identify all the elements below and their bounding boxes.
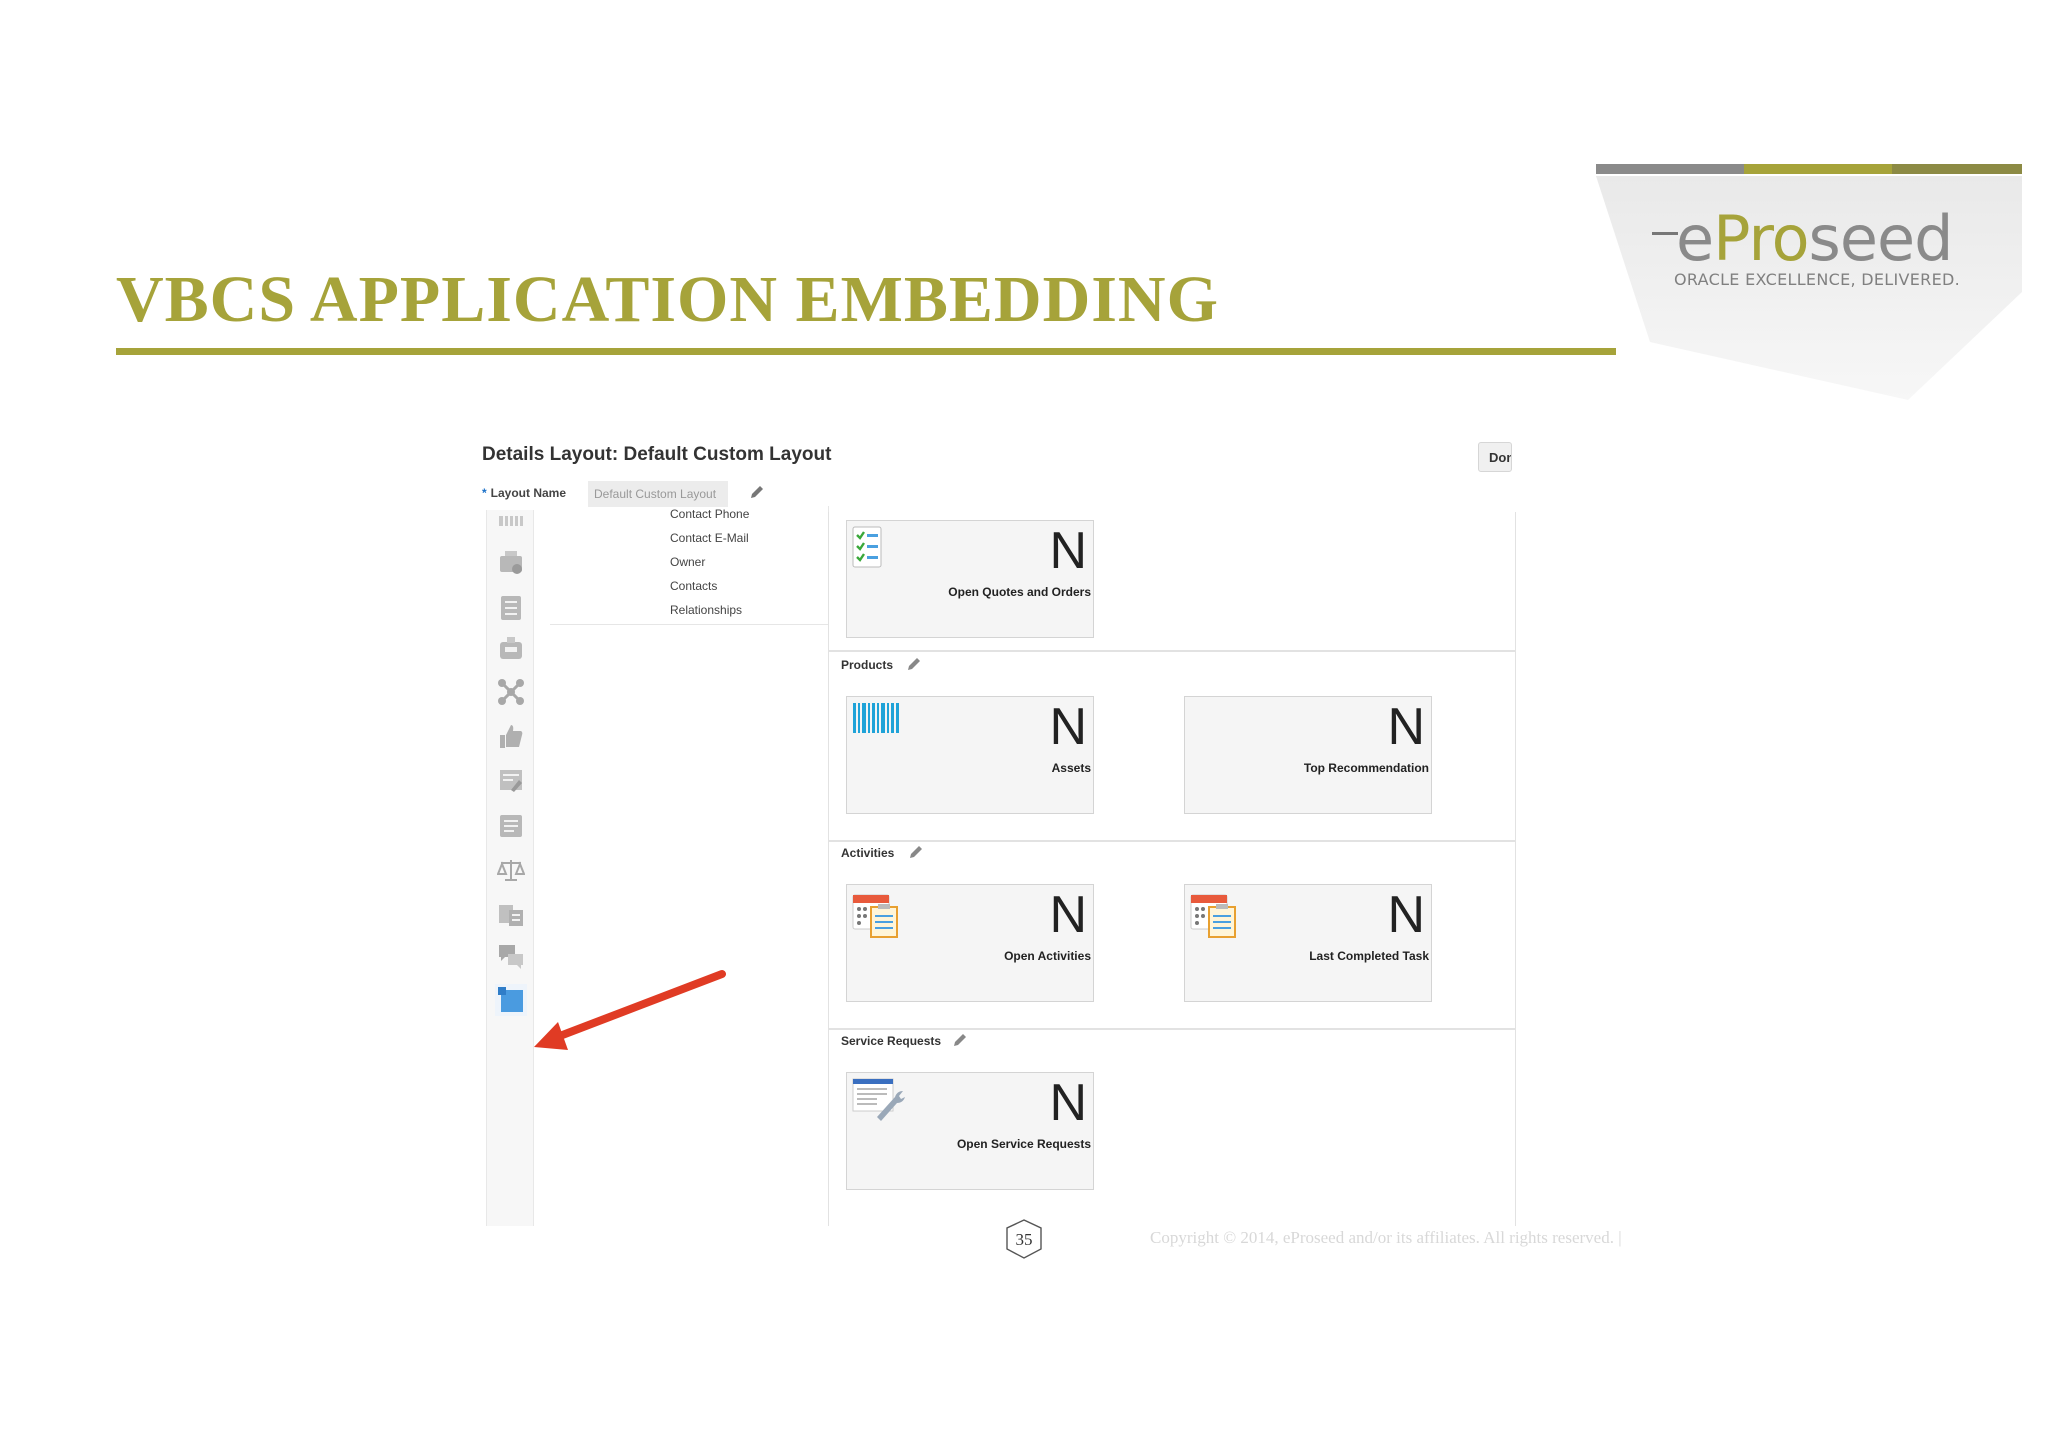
calendar-list-icon[interactable]: [497, 900, 525, 928]
calendar-task-icon: [852, 894, 898, 938]
field-owner[interactable]: Owner: [670, 555, 705, 569]
card-open-quotes-and-orders[interactable]: N Open Quotes and Orders: [846, 520, 1094, 638]
title-underline: [116, 348, 1616, 355]
scales-icon[interactable]: [497, 856, 525, 884]
barcode-icon: [853, 703, 899, 733]
field-relationships[interactable]: Relationships: [670, 603, 742, 617]
done-button[interactable]: Done: [1478, 442, 1512, 472]
card-label: Top Recommendation: [1303, 761, 1429, 775]
card-value: N: [1049, 886, 1087, 944]
card-label: Last Completed Task: [1309, 949, 1429, 963]
checklist-icon: [852, 526, 882, 568]
section-label-products: Products: [841, 658, 894, 672]
slide-title: VBCS APPLICATION EMBEDDING: [116, 263, 1219, 336]
layout-name-input[interactable]: [588, 481, 728, 507]
card-top-recommendation[interactable]: N Top Recommendation: [1184, 696, 1432, 814]
page-number: 35: [1015, 1230, 1033, 1249]
card-value: N: [1049, 522, 1087, 580]
card-label: Open Service Requests: [956, 1137, 1091, 1151]
card-label: Assets: [1051, 761, 1091, 775]
logo-wordmark: eProseed: [1676, 202, 1953, 275]
section-divider: [829, 1028, 1515, 1030]
section-divider: [829, 650, 1515, 652]
section-divider: [829, 840, 1515, 842]
card-label: Open Activities: [1004, 949, 1091, 963]
copyright-notice: Copyright © 2014, eProseed and/or its af…: [1150, 1228, 1622, 1247]
briefcase-icon[interactable]: [497, 634, 525, 662]
edit-layout-name-icon[interactable]: [748, 483, 766, 501]
document-icon[interactable]: [497, 812, 525, 840]
card-value: N: [1387, 886, 1425, 944]
field-contact-email[interactable]: Contact E-Mail: [670, 531, 749, 545]
edit-form-icon[interactable]: [497, 766, 525, 794]
section-label-service-requests: Service Requests: [841, 1034, 942, 1048]
card-last-completed-task[interactable]: N Last Completed Task: [1184, 884, 1432, 1002]
checklist-icon[interactable]: [497, 594, 525, 622]
card-value: N: [1049, 698, 1087, 756]
card-assets[interactable]: N Assets: [846, 696, 1094, 814]
field-contact-phone[interactable]: Contact Phone: [670, 507, 749, 521]
component-palette: [486, 510, 534, 1226]
details-layout-screenshot: Details Layout: Default Custom Layout Do…: [480, 436, 1520, 1226]
card-open-activities[interactable]: N Open Activities: [846, 884, 1094, 1002]
fields-panel: Contact Phone Contact E-Mail Owner Conta…: [550, 506, 829, 625]
annotation-arrow: [534, 970, 726, 1050]
required-marker: *: [482, 486, 487, 500]
network-icon[interactable]: [497, 678, 525, 706]
card-label: Open Quotes and Orders: [948, 585, 1091, 599]
card-value: N: [1049, 1074, 1087, 1132]
edit-products-icon[interactable]: [905, 655, 923, 673]
page-title: Details Layout: Default Custom Layout: [482, 444, 832, 465]
service-form-icon: [852, 1078, 905, 1121]
layout-name-label: * Layout Name: [482, 486, 567, 500]
calendar-task-icon: [1190, 894, 1236, 938]
barcode-icon[interactable]: [497, 514, 525, 528]
edit-activities-icon[interactable]: [907, 843, 925, 861]
stamp-icon[interactable]: [497, 548, 525, 576]
layout-canvas: N Open Quotes and Orders Products N Asse…: [828, 512, 1516, 1226]
section-label-activities: Activities: [841, 846, 895, 860]
logo-tagline: ORACLE EXCELLENCE, DELIVERED.: [1674, 270, 1961, 289]
card-value: N: [1387, 698, 1425, 756]
thumbs-up-icon[interactable]: [497, 722, 525, 750]
field-contacts[interactable]: Contacts: [670, 579, 717, 593]
edit-service-requests-icon[interactable]: [951, 1031, 969, 1049]
eproseed-logo: eProseed ORACLE EXCELLENCE, DELIVERED.: [1590, 162, 2028, 402]
card-open-service-requests[interactable]: N Open Service Requests: [846, 1072, 1094, 1190]
